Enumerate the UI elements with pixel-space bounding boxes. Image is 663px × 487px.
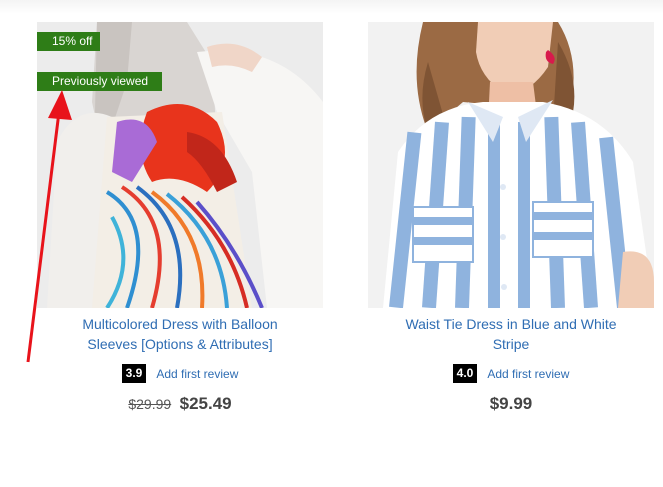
product-title-link[interactable]: Waist Tie Dress in Blue and White Stripe xyxy=(391,314,631,354)
rating-score: 3.9 xyxy=(121,364,147,383)
product-image-multicolored-dress[interactable]: 15% off Previously viewed xyxy=(37,22,323,308)
current-price: $25.49 xyxy=(179,394,232,413)
rating-score: 4.0 xyxy=(452,364,478,383)
product-title-link[interactable]: Multicolored Dress with Balloon Sleeves … xyxy=(60,314,300,354)
price-row: $29.99 $25.49 xyxy=(37,394,323,414)
rating-row: 4.0 Add first review xyxy=(368,364,654,383)
price-row: $9.99 xyxy=(368,394,654,414)
old-price: $29.99 xyxy=(128,396,172,412)
rating-row: 3.9 Add first review xyxy=(37,364,323,383)
discount-badge: 15% off xyxy=(37,32,101,51)
add-first-review-link[interactable]: Add first review xyxy=(156,367,238,381)
current-price: $9.99 xyxy=(489,394,533,413)
previously-viewed-badge: Previously viewed xyxy=(37,72,163,91)
add-first-review-link[interactable]: Add first review xyxy=(487,367,569,381)
product-image-waist-tie-dress[interactable] xyxy=(368,22,654,308)
product-card-multicolored-dress: 15% off Previously viewed Multicolored D… xyxy=(37,22,323,414)
top-shadow-bar xyxy=(0,0,663,14)
product-card-waist-tie-dress: Waist Tie Dress in Blue and White Stripe… xyxy=(368,22,654,414)
